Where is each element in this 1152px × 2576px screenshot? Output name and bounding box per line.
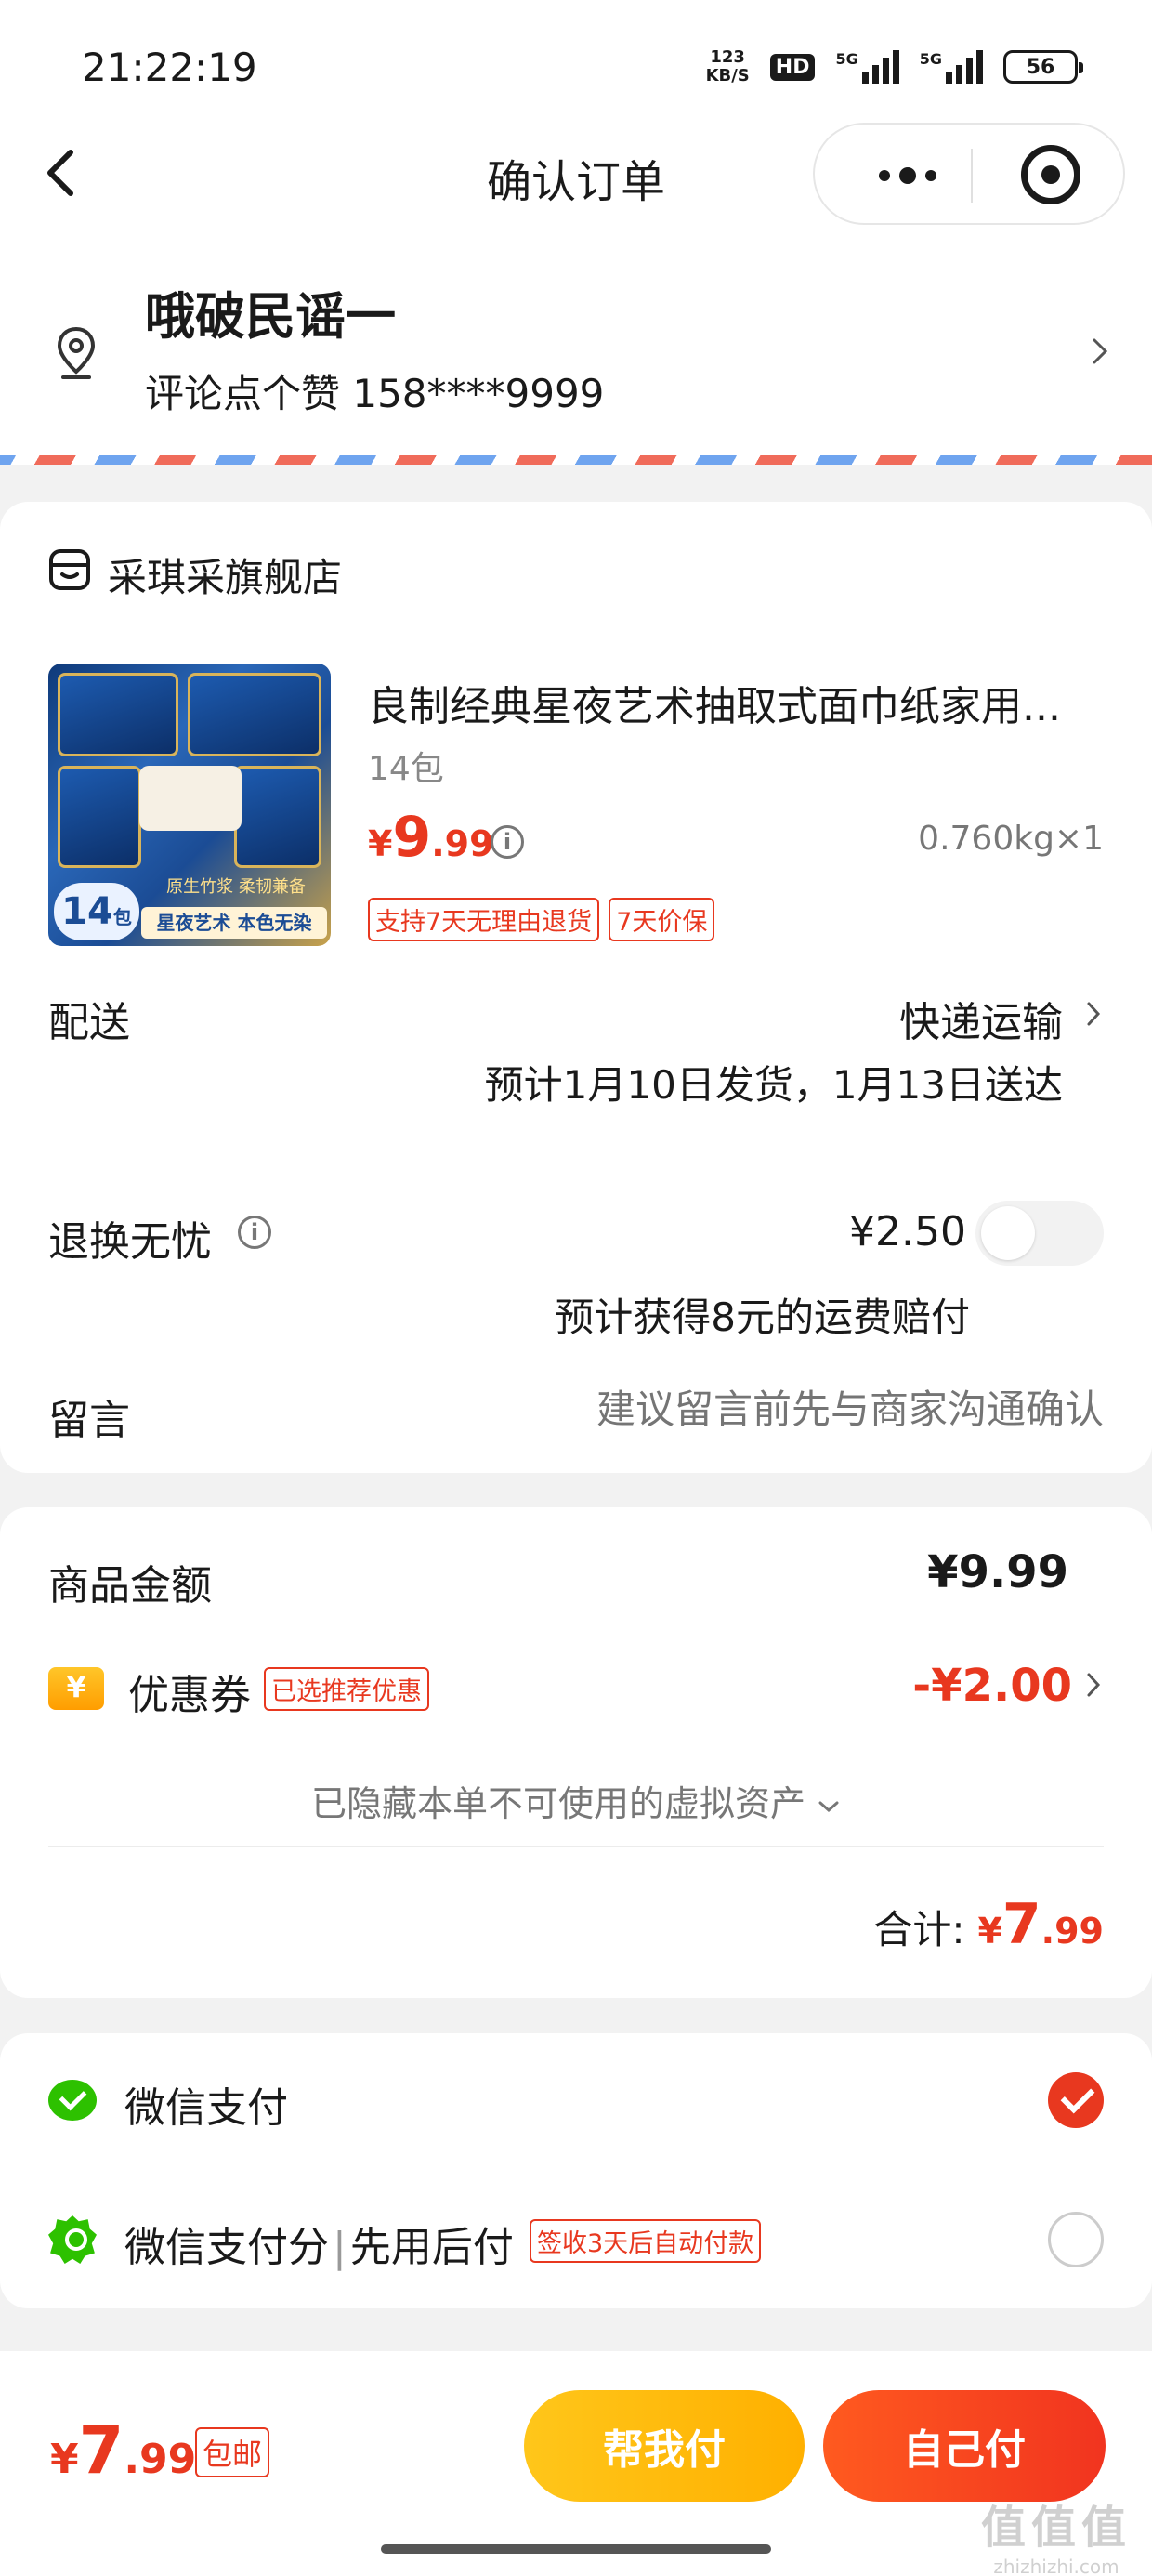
status-time: 21:22:19 (82, 45, 257, 90)
signal-icon-2: 5G (920, 50, 983, 84)
capsule-divider (971, 149, 973, 203)
checked-radio-icon[interactable] (1048, 2072, 1104, 2128)
nav-bar: 确认订单 (0, 121, 1152, 232)
return-info-icon[interactable]: i (238, 1216, 271, 1249)
chevron-right-icon (1087, 1002, 1101, 1026)
unchecked-radio-icon[interactable] (1048, 2212, 1104, 2267)
watermark-logo: 值值值 zhizhizhi.com (980, 2502, 1132, 2576)
recipient-contact: 评论点个赞 158****9999 (145, 371, 605, 416)
address-section[interactable]: 哦破民谣一 评论点个赞 158****9999 (0, 232, 1152, 455)
coupon-label[interactable]: 优惠券 (128, 1662, 251, 1721)
hidden-assets-toggle[interactable]: 已隐藏本单不可使用的虚拟资产 (0, 1775, 1152, 1826)
delivery-label: 配送 (48, 999, 130, 1046)
home-indicator[interactable] (381, 2544, 771, 2554)
miniprogram-capsule (813, 123, 1125, 225)
more-dots-icon[interactable] (861, 152, 954, 199)
network-speed: 123 KB/S (705, 47, 750, 85)
hd-icon: HD (769, 53, 816, 81)
return-service-price: ¥2.50 (849, 1208, 966, 1255)
product-price: ¥ 9 .99 (368, 805, 494, 870)
recipient-name: 哦破民谣一 (145, 287, 396, 346)
score-auto-pay-tag: 签收3天后自动付款 (530, 2219, 762, 2263)
goods-amount-value: ¥9.99 (927, 1546, 1068, 1598)
message-label: 留言 (48, 1397, 130, 1444)
delivery-eta: 预计1月10日发货，1月13日送达 (484, 1062, 1063, 1108)
help-pay-button[interactable]: 帮我付 (524, 2390, 805, 2502)
image-count-badge: 14包 (54, 883, 139, 940)
product-title[interactable]: 良制经典星夜艺术抽取式面巾纸家用... (368, 673, 1111, 732)
chevron-right-icon (1093, 338, 1108, 364)
chevron-right-icon (1087, 1673, 1101, 1697)
tag-7day-return: 支持7天无理由退货 (368, 898, 600, 941)
tag-price-protect: 7天价保 (609, 898, 715, 941)
divider (48, 1846, 1104, 1847)
target-close-icon[interactable] (1021, 145, 1080, 204)
return-service-note: 预计获得8元的运费赔付 (555, 1295, 970, 1340)
chevron-down-icon (818, 1801, 839, 1812)
wechat-score-option[interactable]: 微信支付分|先用后付 (124, 2214, 514, 2273)
shop-icon (49, 549, 90, 590)
goods-amount-label: 商品金额 (48, 1562, 212, 1610)
message-input[interactable] (472, 1387, 1104, 1432)
bottom-price: ¥ 7 .99 (50, 2412, 197, 2489)
status-bar: 21:22:19 123 KB/S HD 5G 5G 56 (0, 0, 1152, 121)
product-image[interactable]: 原生竹浆 柔韧兼备 14包 星夜艺术 本色无染 (48, 664, 331, 946)
airmail-border (0, 455, 1152, 465)
self-pay-button[interactable]: 自己付 (823, 2390, 1106, 2502)
signal-icon: 5G (835, 50, 899, 84)
shop-name[interactable]: 采琪采旗舰店 (108, 546, 342, 603)
product-weight-qty: 0.760kg×1 (918, 820, 1104, 858)
tissue-illustration (139, 766, 242, 831)
status-icons: 123 KB/S HD 5G 5G 56 (705, 47, 1083, 85)
image-band-top: 原生竹浆 柔韧兼备 (166, 877, 306, 897)
return-service-label: 退换无忧 (48, 1218, 212, 1266)
image-band-bottom: 星夜艺术 本色无染 (141, 907, 327, 939)
wechat-pay-option[interactable]: 微信支付 (124, 2074, 288, 2134)
order-total: 合计: ¥ 7 .99 (873, 1892, 1104, 1957)
coupon-value[interactable]: -¥2.00 (912, 1660, 1072, 1712)
return-service-toggle[interactable] (975, 1201, 1104, 1266)
battery-icon: 56 (1003, 50, 1083, 84)
price-info-icon[interactable]: i (491, 825, 524, 859)
delivery-method[interactable]: 快递运输 (899, 989, 1063, 1048)
location-pin-icon (57, 326, 96, 379)
wechat-pay-icon (48, 2080, 97, 2121)
product-spec: 14包 (368, 750, 444, 788)
free-shipping-tag: 包邮 (195, 2427, 270, 2477)
coupon-recommend-tag: 已选推荐优惠 (264, 1667, 429, 1711)
product-tags: 支持7天无理由退货 7天价保 (368, 898, 715, 941)
bottom-bar: ¥ 7 .99 包邮 帮我付 自己付 值值值 zhizhizhi.com (0, 2351, 1152, 2576)
coupon-icon: ¥ (48, 1667, 104, 1710)
